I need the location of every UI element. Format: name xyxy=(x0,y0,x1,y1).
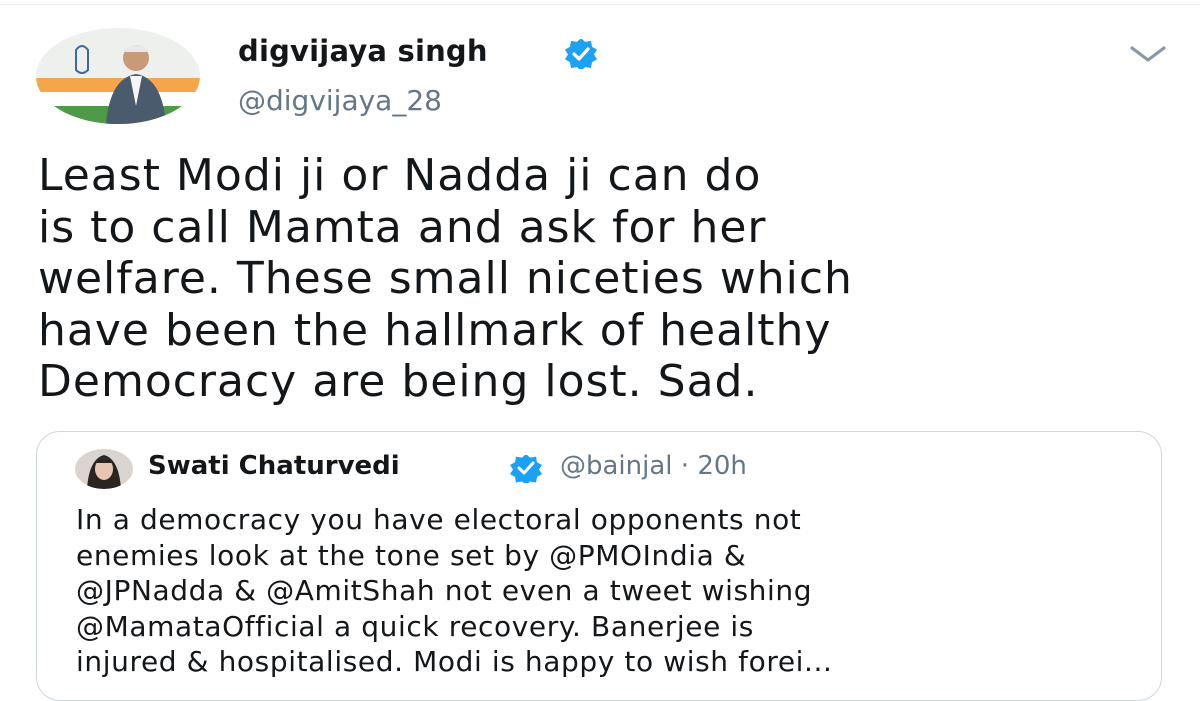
quoted-author-avatar[interactable] xyxy=(75,449,133,489)
quoted-author-name[interactable]: Swati Chaturvedi xyxy=(148,451,400,481)
quoted-text-line: injured & hospitalised. Modi is happy to… xyxy=(76,645,833,678)
author-avatar[interactable] xyxy=(36,28,200,124)
tweet-text-line: Least Modi ji or Nadda ji can do xyxy=(38,150,762,201)
quoted-text-line: @JPNadda & @AmitShah not even a tweet wi… xyxy=(76,574,813,607)
author-name[interactable]: digvijaya singh xyxy=(238,34,488,68)
chevron-down-icon[interactable] xyxy=(1128,42,1168,66)
quoted-text-line: @MamataOfficial a quick recovery. Banerj… xyxy=(76,609,754,643)
tweet-text-line: welfare. These small niceties which xyxy=(38,253,853,304)
quoted-text-line: In a democracy you have electoral oppone… xyxy=(76,503,802,536)
avatar-photo-icon xyxy=(75,449,133,489)
quoted-text-line: enemies look at the tone set by @PMOIndi… xyxy=(76,538,747,572)
quoted-tweet-text: In a democracy you have electoral oppone… xyxy=(76,502,1146,680)
verified-badge-icon xyxy=(510,455,542,483)
tweet-text: Least Modi ji or Nadda ji can do is to c… xyxy=(38,150,1158,408)
tweet-text-line: Democracy are being lost. Sad. xyxy=(38,356,759,407)
tweet-text-line: have been the hallmark of healthy xyxy=(38,304,832,356)
author-handle[interactable]: @digvijaya_28 xyxy=(238,84,442,117)
avatar-photo-icon xyxy=(36,28,200,124)
verified-badge-icon xyxy=(565,39,597,69)
top-divider xyxy=(0,4,1200,5)
quoted-tweet-meta[interactable]: @bainjal · 20h xyxy=(560,451,747,481)
tweet-text-line: is to call Mamta and ask for her xyxy=(38,201,767,253)
